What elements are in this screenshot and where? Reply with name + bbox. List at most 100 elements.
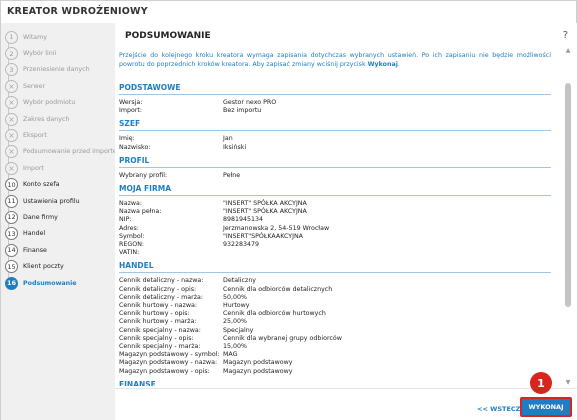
row-value: 932283479 <box>223 241 260 249</box>
step-item: 11 Ustawienia profilu <box>5 193 115 209</box>
row-value: Detaliczny <box>223 277 257 285</box>
back-button[interactable]: << WSTECZ <box>477 405 520 413</box>
summary-row: VATIN: <box>119 249 551 257</box>
step-item: 13 Handel <box>5 226 115 242</box>
step-label: Wybór podmiotu <box>23 99 76 107</box>
step-label: Eksport <box>23 132 47 140</box>
summary-section: HANDEL Cennik detaliczny - nazwa: Detalicz… <box>119 261 551 375</box>
step-label: Import <box>23 164 44 172</box>
step-label: Wybór linii <box>23 50 57 58</box>
row-key: Nazwa pełna: <box>119 208 162 216</box>
step-item: × Zakres danych <box>5 111 115 127</box>
step-label: Klient poczty <box>23 263 64 271</box>
summary-scroll-area[interactable]: PODSTAWOWE Wersja: Gestor nexo PRO Import: B… <box>119 79 551 386</box>
step-skipped-icon: × <box>5 129 18 143</box>
step-number: 11 <box>5 194 18 208</box>
steps-sidebar: 1 Witamy 2 Wybór linii 3 Przeniesienie danych… <box>1 23 123 420</box>
row-value: "INSERT" SPÓŁKA AKCYJNA <box>223 200 307 208</box>
summary-section: SZEF Imię: Jan Nazwisko: Iksiński <box>119 119 551 151</box>
step-item: 14 Finanse <box>5 242 115 258</box>
step-label: Przeniesienie danych <box>23 66 90 74</box>
step-label: Ustawienia profilu <box>23 197 80 205</box>
app-title: KREATOR WDROŻENIOWY <box>7 6 148 17</box>
row-key: Nazwisko: <box>119 143 151 151</box>
step-skipped-icon: × <box>5 161 18 175</box>
summary-row: Magazyn podstawowy - symbol: MAG <box>119 351 551 359</box>
row-value: "INSERT" SPÓŁKA AKCYJNA <box>223 208 307 216</box>
section-title: FINANSE <box>119 380 551 386</box>
row-key: Import: <box>119 107 143 115</box>
row-value: Jan <box>223 135 233 143</box>
step-label: Konto szefa <box>23 181 60 189</box>
step-item: × Import <box>5 160 115 176</box>
step-number: 1 <box>5 30 18 44</box>
row-value: 50,00% <box>223 293 248 301</box>
step-label: Finanse <box>23 246 47 254</box>
row-key: Magazyn podstawowy - symbol: <box>119 351 220 359</box>
vertical-scrollbar[interactable]: ▲ ▼ <box>562 47 574 387</box>
step-item: 1 Witamy <box>5 29 115 45</box>
step-number: 13 <box>5 227 18 241</box>
row-value: Iksiński <box>223 143 247 151</box>
section-title: PROFIL <box>119 156 551 168</box>
row-value: 8981945134 <box>223 216 264 224</box>
section-title: HANDEL <box>119 261 551 274</box>
summary-row: Cennik detaliczny - marża: 50,00% <box>119 294 551 302</box>
summary-row: Cennik detaliczny - nazwa: Detaliczny <box>119 277 551 285</box>
title-bar: KREATOR WDROŻENIOWY <box>1 1 576 23</box>
row-key: REGON: <box>119 241 145 249</box>
summary-row: Import: Bez importu <box>119 107 551 115</box>
row-value: Pełne <box>223 171 241 179</box>
execute-button[interactable]: WYKONAJ <box>520 397 572 417</box>
step-number: 10 <box>5 178 18 192</box>
steps-list: 1 Witamy 2 Wybór linii 3 Przeniesienie danych… <box>5 29 123 291</box>
step-item: × Wybór podmiotu <box>5 95 115 111</box>
info-message: Przejście do kolejnego kroku kreatora wy… <box>119 51 551 69</box>
step-item: × Serwer <box>5 78 115 94</box>
step-number: 14 <box>5 243 18 257</box>
page-title: PODSUMOWANIE <box>125 31 211 41</box>
step-item: 12 Dane firmy <box>5 209 115 225</box>
row-value: 25,00% <box>223 318 248 326</box>
row-key: Nazwa: <box>119 200 143 208</box>
row-key: Cennik hurtowy - marża: <box>119 318 197 326</box>
summary-row: Cennik specjalny - nazwa: Specjalny <box>119 327 551 335</box>
row-key: Cennik detaliczny - marża: <box>119 293 203 301</box>
step-item: 2 Wybór linii <box>5 45 115 61</box>
info-message-end: . <box>397 61 400 68</box>
row-key: VATIN: <box>119 249 140 257</box>
summary-row: Wybrany profil: Pełne <box>119 172 551 180</box>
summary-row: REGON: 932283479 <box>119 241 551 249</box>
row-value: Cennik dla wybranej grupy odbiorców <box>223 334 342 342</box>
info-message-text: Przejście do kolejnego kroku kreatora wy… <box>119 52 551 68</box>
row-key: Symbol: <box>119 232 145 240</box>
scroll-thumb[interactable] <box>565 83 571 307</box>
row-key: Wybrany profil: <box>119 171 168 179</box>
summary-row: Cennik specjalny - marża: 15,00% <box>119 343 551 351</box>
step-label: Podsumowanie <box>23 279 77 287</box>
row-value: Jerzmanowska 2, 54-519 Wrocław <box>223 224 330 232</box>
section-title: MOJA FIRMA <box>119 184 551 197</box>
summary-row: Nazwa: "INSERT" SPÓŁKA AKCYJNA <box>119 200 551 208</box>
row-key: Adres: <box>119 224 139 232</box>
row-value: Gestor nexo PRO <box>223 99 277 106</box>
row-key: NIP: <box>119 216 132 224</box>
row-key: Imię: <box>119 135 135 143</box>
summary-row: Wersja: Gestor nexo PRO <box>119 99 551 107</box>
step-skipped-icon: × <box>5 145 18 159</box>
summary-row: Cennik hurtowy - opis: Cennik dla odbiorc… <box>119 310 551 318</box>
summary-row: NIP: 8981945134 <box>119 216 551 224</box>
row-value: Magazyn podstawowy <box>223 359 293 367</box>
row-key: Cennik specjalny - opis: <box>119 334 194 342</box>
scroll-down-icon[interactable]: ▼ <box>564 379 572 387</box>
step-number: 2 <box>5 47 18 61</box>
summary-section: PROFIL Wybrany profil: Pełne <box>119 156 551 180</box>
step-skipped-icon: × <box>5 112 18 126</box>
row-key: Cennik specjalny - nazwa: <box>119 326 201 334</box>
help-icon[interactable]: ? <box>563 30 568 41</box>
step-label: Serwer <box>23 82 46 90</box>
row-key: Magazyn podstawowy - opis: <box>119 367 210 375</box>
step-item: 15 Klient poczty <box>5 258 115 274</box>
row-value: 15,00% <box>223 343 248 351</box>
scroll-up-icon[interactable]: ▲ <box>564 47 572 55</box>
